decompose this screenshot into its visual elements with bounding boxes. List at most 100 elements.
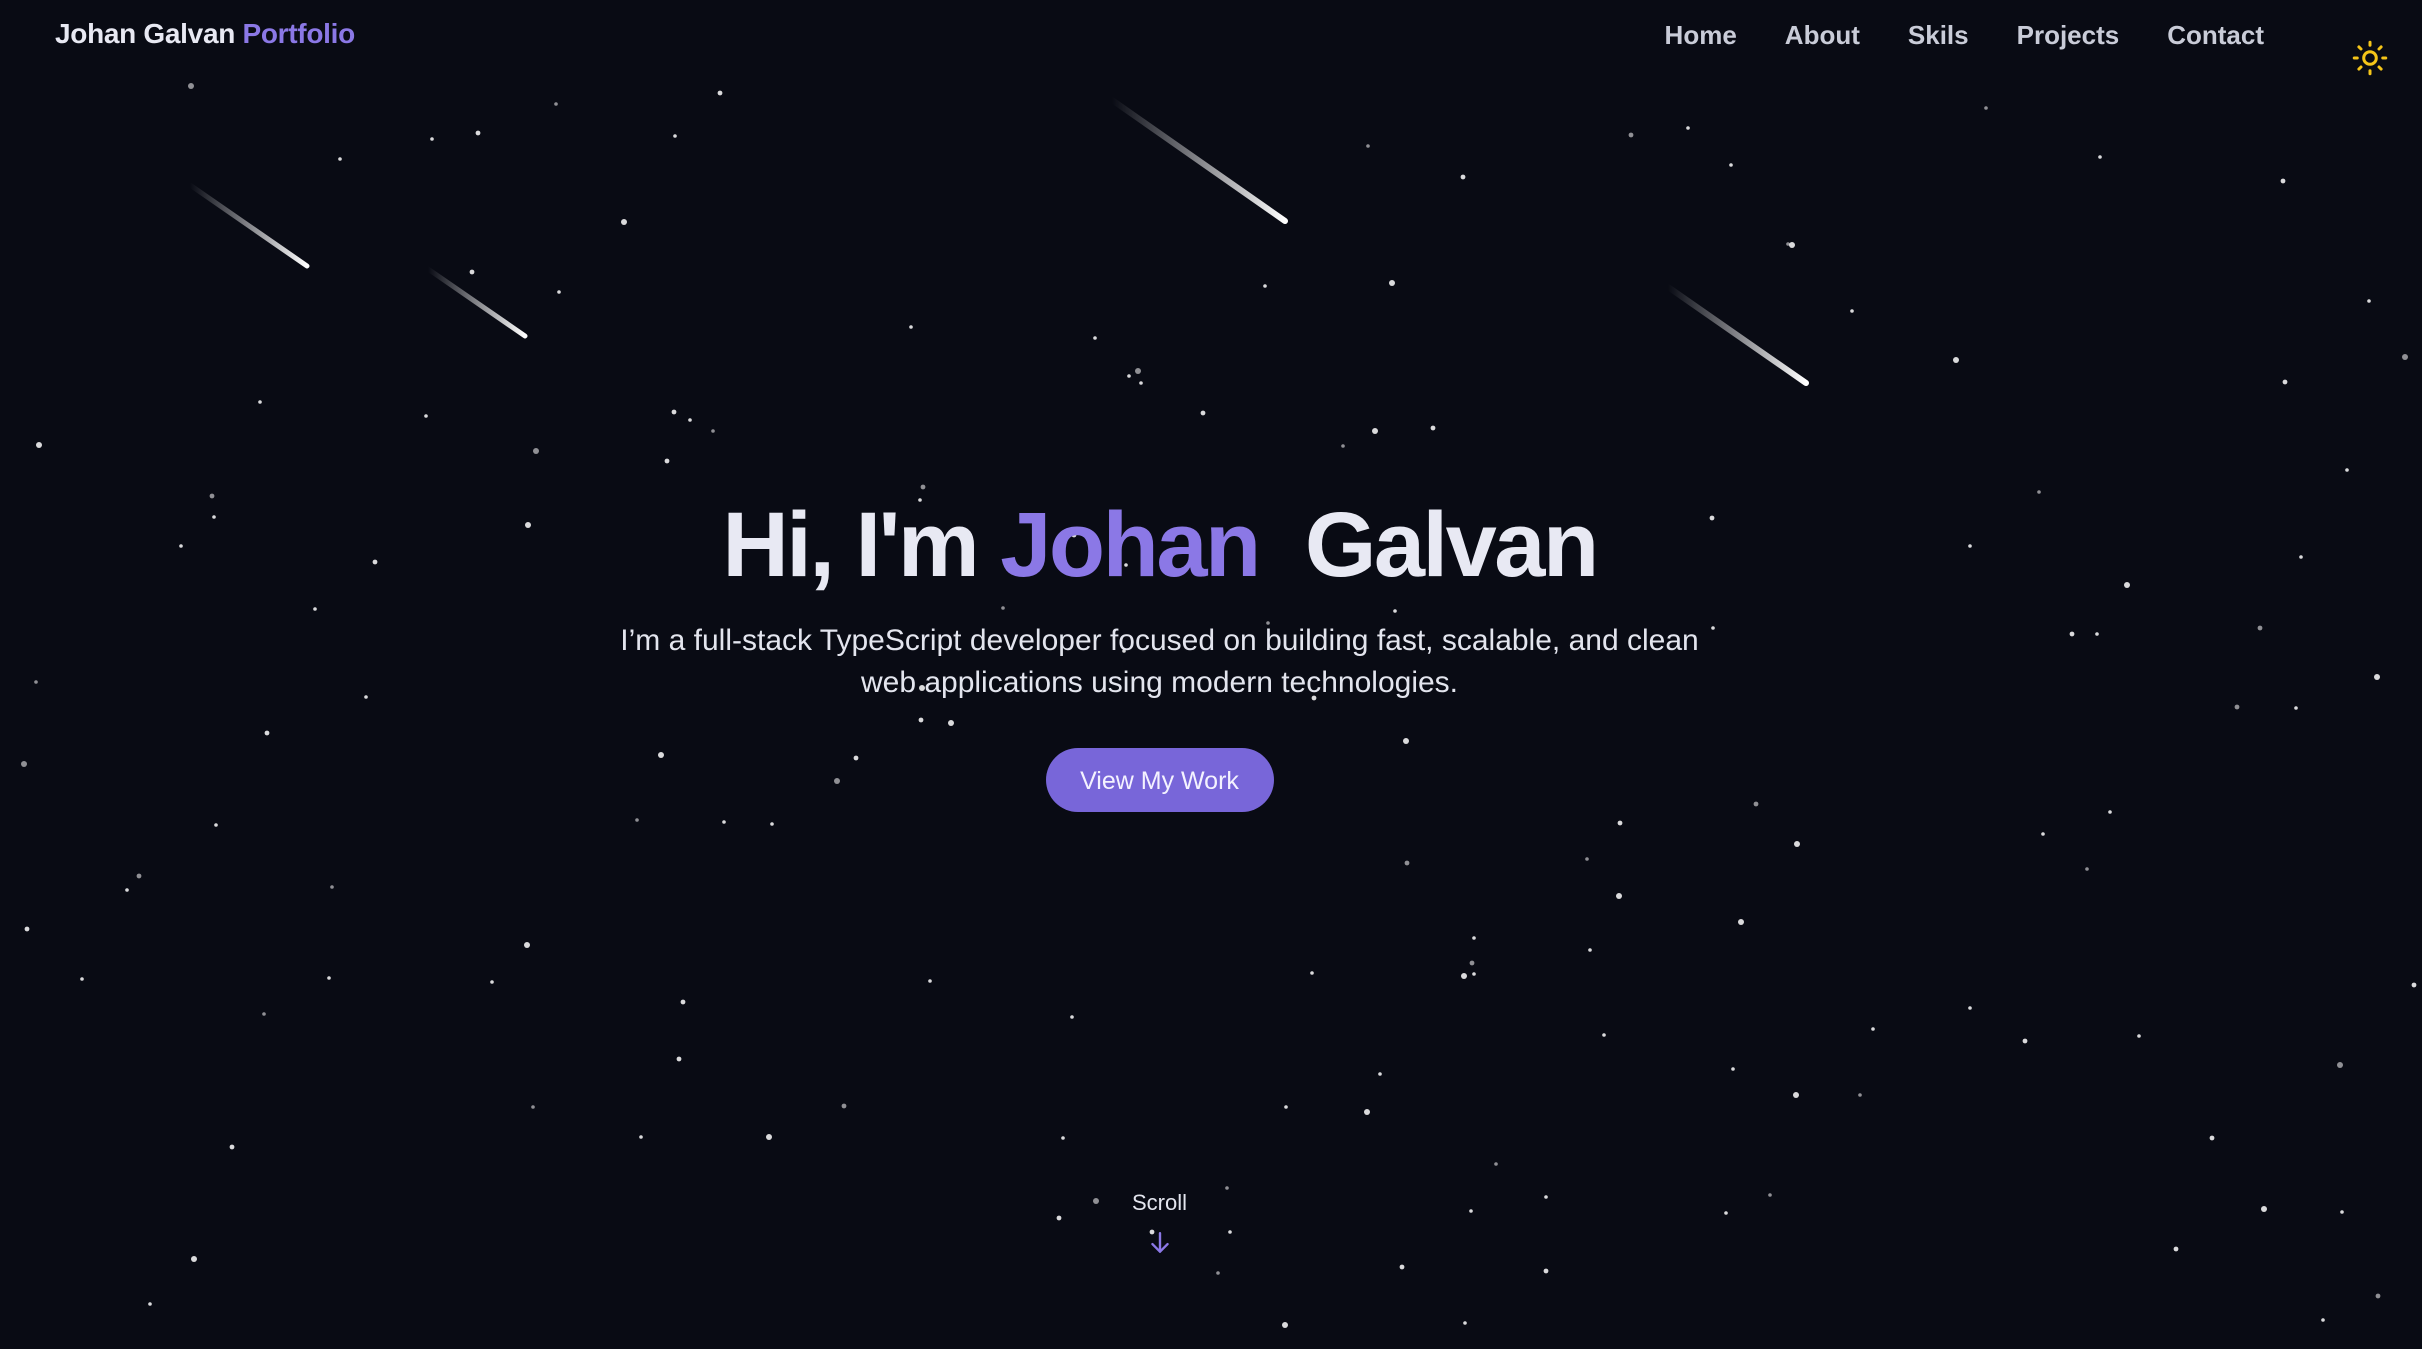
star	[621, 219, 627, 225]
star	[1364, 1109, 1370, 1115]
star	[711, 429, 715, 433]
star	[920, 484, 926, 490]
star	[1602, 1033, 1606, 1037]
arrow-down-icon	[1150, 1232, 1169, 1253]
star	[330, 885, 334, 889]
shooting-star	[425, 266, 528, 339]
star	[2375, 1293, 2381, 1299]
star	[1543, 1268, 1549, 1274]
star	[2374, 674, 2380, 680]
star	[1378, 1072, 1382, 1076]
star	[1404, 860, 1410, 866]
star	[2402, 354, 2408, 360]
star	[766, 1134, 772, 1140]
star	[1070, 1015, 1074, 1019]
star	[188, 83, 194, 89]
star	[928, 979, 932, 983]
star	[524, 942, 530, 948]
main-nav: Home About Skils Projects Contact	[1665, 20, 2264, 51]
star	[2321, 1318, 2325, 1322]
nav-home[interactable]: Home	[1665, 20, 1737, 51]
star	[2022, 1038, 2028, 1044]
star	[475, 130, 481, 136]
star	[770, 822, 774, 826]
star	[2345, 468, 2349, 472]
star	[327, 976, 331, 980]
star	[1463, 1321, 1467, 1325]
nav-contact[interactable]: Contact	[2167, 20, 2264, 51]
nav-about[interactable]: About	[1785, 20, 1860, 51]
star	[424, 414, 428, 418]
star	[1984, 106, 1988, 110]
star	[80, 977, 84, 981]
star	[1389, 280, 1395, 286]
star	[2209, 1135, 2215, 1141]
view-my-work-button[interactable]: View My Work	[1045, 748, 1274, 812]
star	[214, 823, 218, 827]
star	[676, 1056, 682, 1062]
star	[1968, 1006, 1972, 1010]
star	[531, 1105, 535, 1109]
star	[1786, 242, 1790, 246]
star	[1310, 971, 1314, 975]
star	[262, 1012, 266, 1016]
shooting-star	[1109, 97, 1288, 224]
star	[1494, 1162, 1498, 1166]
star	[490, 980, 494, 984]
star	[24, 926, 30, 932]
star	[1789, 242, 1795, 248]
hero-first-name: Johan	[1000, 494, 1261, 596]
star	[2337, 1062, 2343, 1068]
shooting-star	[187, 182, 310, 269]
star	[1616, 893, 1622, 899]
star	[557, 290, 561, 294]
star	[1430, 425, 1436, 431]
star	[533, 448, 539, 454]
star	[1628, 132, 1634, 138]
star	[229, 1144, 235, 1150]
star	[1585, 857, 1589, 861]
scroll-label: Scroll	[1131, 1190, 1187, 1215]
star	[1871, 1027, 1875, 1031]
star	[1461, 973, 1467, 979]
star	[1093, 336, 1097, 340]
nav-skills[interactable]: Skils	[1908, 20, 1969, 51]
star	[1738, 919, 1744, 925]
star	[2282, 379, 2288, 385]
star	[1216, 1271, 1220, 1275]
star	[554, 102, 558, 106]
star	[2137, 1034, 2141, 1038]
star	[1469, 960, 1475, 966]
star	[909, 325, 913, 329]
star	[1460, 174, 1466, 180]
star	[1139, 381, 1143, 385]
star	[1794, 841, 1800, 847]
star	[680, 999, 686, 1005]
star	[1858, 1093, 1862, 1097]
star	[258, 400, 262, 404]
star	[2280, 178, 2286, 184]
star	[1135, 368, 1141, 374]
star	[1282, 1322, 1288, 1328]
star	[1731, 1067, 1735, 1071]
star	[191, 1256, 197, 1262]
logo-name: Johan Galvan	[55, 18, 236, 49]
logo-accent: Portfolio	[242, 18, 356, 49]
site-header: Johan Galvan Portfolio Home About Skils …	[0, 0, 2422, 74]
hero-title: Hi, I'm Johan Galvan	[0, 490, 2319, 600]
star	[1366, 144, 1370, 148]
star	[36, 442, 42, 448]
star	[1127, 374, 1131, 378]
star	[2098, 155, 2102, 159]
star	[125, 888, 129, 892]
site-logo[interactable]: Johan Galvan Portfolio	[55, 18, 355, 50]
star	[1617, 820, 1623, 826]
star	[1686, 126, 1690, 130]
star	[2367, 299, 2371, 303]
star	[664, 458, 670, 464]
star	[1793, 1092, 1799, 1098]
nav-projects[interactable]: Projects	[2017, 20, 2120, 51]
scroll-indicator[interactable]: Scroll	[0, 1190, 2319, 1256]
star	[469, 269, 475, 275]
star	[841, 1103, 847, 1109]
